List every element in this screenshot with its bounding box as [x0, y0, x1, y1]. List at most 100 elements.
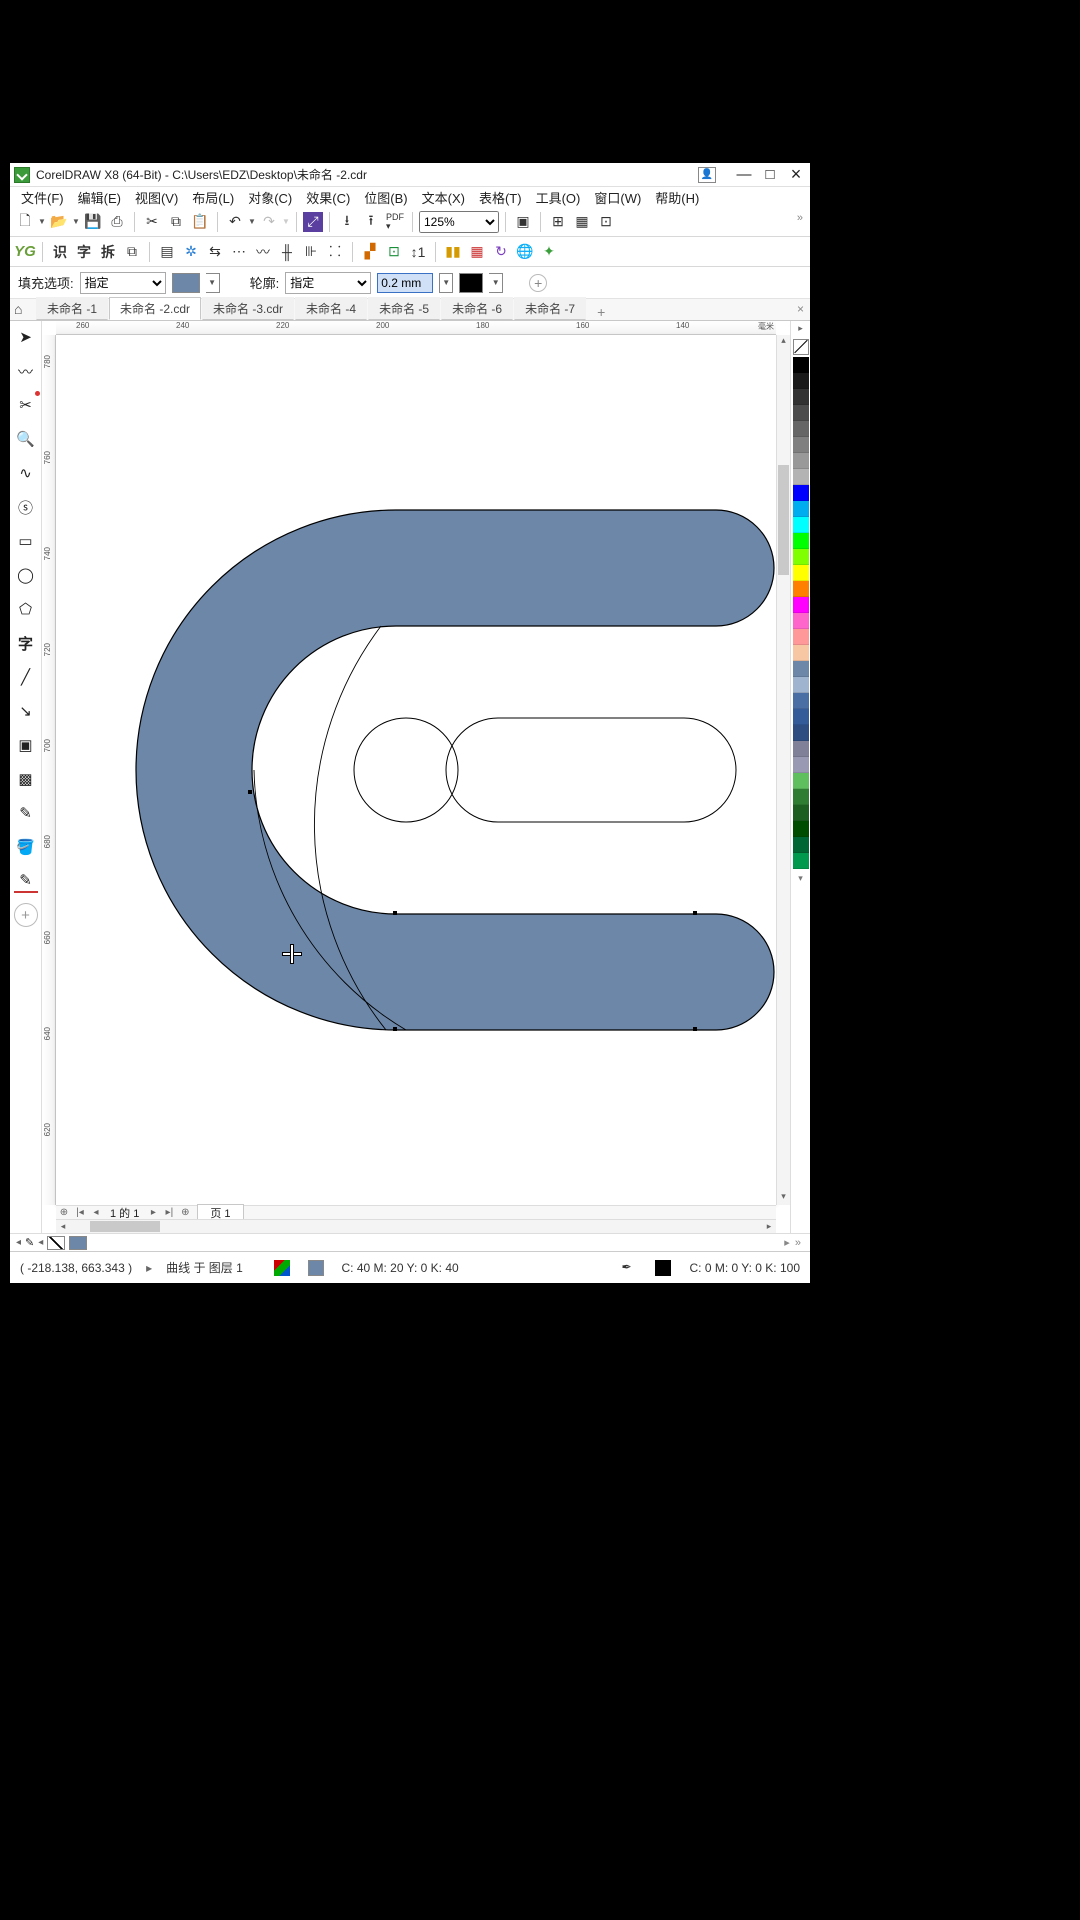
- palette-swatch[interactable]: [793, 437, 809, 453]
- h-scroll-thumb[interactable]: [90, 1221, 160, 1232]
- yg-plugin-icon[interactable]: YG: [14, 241, 36, 263]
- document-tab[interactable]: 未命名 -6: [441, 297, 513, 320]
- page-last-icon[interactable]: ▸|: [161, 1207, 177, 1218]
- polygon-tool-icon[interactable]: ⬠: [14, 597, 38, 621]
- fullscreen-preview-icon[interactable]: ▣: [512, 211, 534, 233]
- page-add-before-icon[interactable]: ⊕: [56, 1207, 72, 1218]
- menu-item[interactable]: 布局(L): [185, 187, 241, 208]
- pdf-icon[interactable]: PDF▾: [384, 211, 406, 233]
- document-tab[interactable]: 未命名 -7: [514, 297, 586, 320]
- palette-right-icon[interactable]: ◂: [38, 1237, 43, 1248]
- doc-color-none[interactable]: [47, 1236, 65, 1250]
- palette-swatch[interactable]: [793, 453, 809, 469]
- menu-item[interactable]: 对象(C): [241, 187, 299, 208]
- status-next-icon[interactable]: ▸: [146, 1261, 152, 1275]
- pick-tool-icon[interactable]: ➤: [14, 325, 38, 349]
- document-tab[interactable]: 未命名 -2.cdr: [109, 297, 201, 320]
- outline-status-swatch[interactable]: [655, 1260, 671, 1276]
- distribute-v-icon[interactable]: ⊪: [300, 241, 322, 263]
- quick-customize-icon[interactable]: +: [14, 903, 38, 927]
- horizontal-scrollbar[interactable]: ◂ ▸: [56, 1219, 776, 1233]
- maximize-button[interactable]: □: [760, 166, 780, 183]
- crop-tool-icon[interactable]: ✂: [14, 393, 38, 417]
- pixel-edit-icon[interactable]: ▞: [359, 241, 381, 263]
- node-edit-icon[interactable]: ⋯: [228, 241, 250, 263]
- palette-swatch[interactable]: [793, 597, 809, 613]
- fill-color-dropdown[interactable]: ▼: [206, 273, 220, 293]
- palette-swatch[interactable]: [793, 517, 809, 533]
- shape-tool-icon[interactable]: 〰: [14, 359, 38, 383]
- palette-swatch[interactable]: [793, 805, 809, 821]
- vertical-scrollbar[interactable]: ▴ ▾: [776, 335, 790, 1205]
- palette-swatch[interactable]: [793, 773, 809, 789]
- zoom-tool-icon[interactable]: 🔍: [14, 427, 38, 451]
- tab-close-icon[interactable]: ×: [797, 302, 804, 316]
- scroll-right-icon[interactable]: ▸: [762, 1221, 776, 1232]
- font-icon[interactable]: 字: [73, 241, 95, 263]
- palette-more-icon[interactable]: ▾: [798, 873, 803, 884]
- transparency-tool-icon[interactable]: ▩: [14, 767, 38, 791]
- palette-swatch[interactable]: [793, 565, 809, 581]
- eyedropper-tool-icon[interactable]: ✎: [14, 801, 38, 825]
- scroll-up-icon[interactable]: ▴: [777, 335, 790, 349]
- ellipse-tool-icon[interactable]: ◯: [14, 563, 38, 587]
- page-add-after-icon[interactable]: ⊕: [177, 1207, 193, 1218]
- menu-item[interactable]: 编辑(E): [71, 187, 128, 208]
- menu-item[interactable]: 效果(C): [299, 187, 357, 208]
- undo-dropdown[interactable]: ▼: [248, 211, 256, 233]
- eyedropper-mini-icon[interactable]: ✎: [25, 1236, 34, 1249]
- recognize-icon[interactable]: 识: [49, 241, 71, 263]
- palette-swatch[interactable]: [793, 549, 809, 565]
- document-tab[interactable]: 未命名 -3.cdr: [202, 297, 294, 320]
- palette-swatch[interactable]: [793, 709, 809, 725]
- crop-marks-icon[interactable]: ⊡: [383, 241, 405, 263]
- zoom-level-select[interactable]: 125%: [419, 211, 499, 233]
- palette-swatch[interactable]: [793, 629, 809, 645]
- add-preset-icon[interactable]: +: [529, 274, 547, 292]
- document-tab[interactable]: 未命名 -4: [295, 297, 367, 320]
- fill-color-swatch[interactable]: [172, 273, 200, 293]
- guides-toggle-icon[interactable]: ⊡: [595, 211, 617, 233]
- fill-status-icon[interactable]: [308, 1260, 324, 1276]
- doc-color-fill[interactable]: [69, 1236, 87, 1250]
- close-button[interactable]: ×: [786, 164, 806, 185]
- home-tab-icon[interactable]: ⌂: [14, 301, 22, 317]
- sign-in-icon[interactable]: 👤: [698, 167, 716, 183]
- menu-item[interactable]: 表格(T): [472, 187, 529, 208]
- measure-icon[interactable]: ↕1: [407, 241, 429, 263]
- no-fill-swatch[interactable]: [793, 339, 809, 355]
- grid-toggle-icon[interactable]: ▦: [571, 211, 593, 233]
- page-first-icon[interactable]: |◂: [72, 1207, 88, 1218]
- palette-swatch[interactable]: [793, 693, 809, 709]
- artistic-media-icon[interactable]: ⓢ: [14, 495, 38, 519]
- open-file-icon[interactable]: 📂: [48, 211, 70, 233]
- palette-swatch[interactable]: [793, 853, 809, 869]
- import-icon[interactable]: ⭳: [336, 211, 358, 233]
- palette-swatch[interactable]: [793, 757, 809, 773]
- save-icon[interactable]: 💾: [82, 211, 104, 233]
- document-tab[interactable]: 未命名 -5: [368, 297, 440, 320]
- drawing-canvas[interactable]: [56, 335, 776, 1205]
- align-panel-icon[interactable]: ▤: [156, 241, 178, 263]
- step-repeat-icon[interactable]: ⇆: [204, 241, 226, 263]
- palette-swatch[interactable]: [793, 725, 809, 741]
- palette-swatch[interactable]: [793, 581, 809, 597]
- palette-swatch[interactable]: [793, 373, 809, 389]
- palette-swatch[interactable]: [793, 501, 809, 517]
- new-tab-icon[interactable]: +: [591, 304, 611, 320]
- new-file-dropdown[interactable]: ▼: [38, 211, 46, 233]
- palette-swatch[interactable]: [793, 421, 809, 437]
- palette-swatch[interactable]: [793, 389, 809, 405]
- distribute-h-icon[interactable]: ╫: [276, 241, 298, 263]
- redo-icon[interactable]: ↷: [258, 211, 280, 233]
- page-prev-icon[interactable]: ◂: [88, 1207, 104, 1218]
- palette-swatch[interactable]: [793, 677, 809, 693]
- print-icon[interactable]: ⎙: [106, 211, 128, 233]
- menu-item[interactable]: 文本(X): [415, 187, 472, 208]
- outline-width-dropdown[interactable]: ▼: [439, 273, 453, 293]
- palette-swatch[interactable]: [793, 405, 809, 421]
- outline-tool-icon[interactable]: ✎: [14, 869, 38, 893]
- minimize-button[interactable]: —: [734, 166, 754, 183]
- menu-item[interactable]: 视图(V): [128, 187, 185, 208]
- scroll-down-icon[interactable]: ▾: [777, 1191, 790, 1205]
